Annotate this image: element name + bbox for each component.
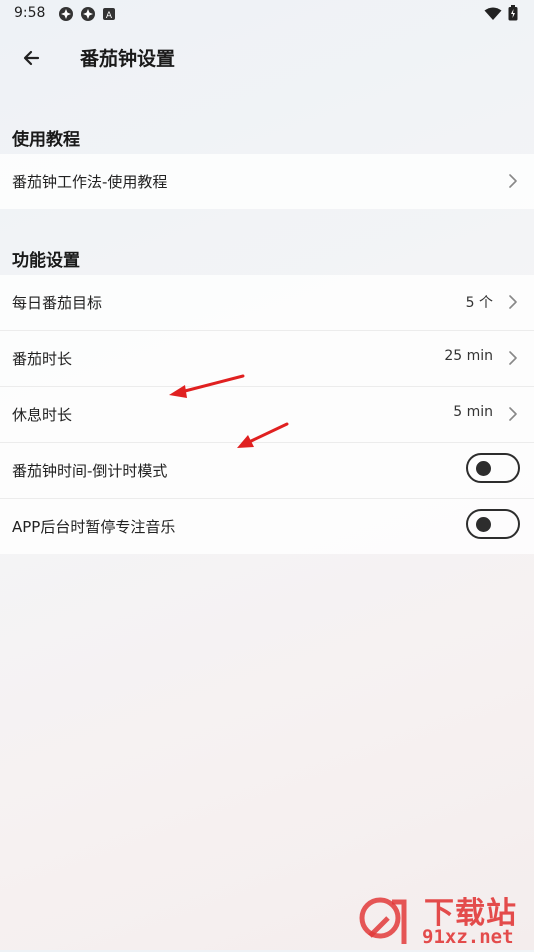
app-bar: 番茄钟设置 bbox=[0, 30, 534, 86]
toggle-knob bbox=[476, 517, 491, 532]
row-label: 每日番茄目标 bbox=[12, 294, 103, 312]
toggle-knob bbox=[476, 461, 491, 476]
arrow-left-icon bbox=[23, 50, 40, 66]
countdown-mode-row: 番茄钟时间-倒计时模式 bbox=[0, 442, 534, 498]
page-title: 番茄钟设置 bbox=[80, 48, 176, 70]
section-title-function: 功能设置 bbox=[12, 251, 80, 271]
chevron-right-icon bbox=[509, 295, 517, 309]
row-label: 番茄钟时间-倒计时模式 bbox=[12, 462, 168, 480]
row-value: 5 个 bbox=[465, 295, 493, 311]
function-card: 每日番茄目标 5 个 番茄时长 25 min 休息时长 5 min 番茄钟时间-… bbox=[0, 275, 534, 554]
status-time: 9:58 bbox=[14, 5, 46, 21]
notification-icons: A bbox=[58, 6, 118, 22]
chevron-right-icon bbox=[509, 407, 517, 421]
row-value: 5 min bbox=[453, 404, 493, 420]
system-icons bbox=[484, 5, 518, 25]
pause-music-toggle[interactable] bbox=[466, 509, 520, 539]
battery-icon bbox=[508, 5, 518, 25]
text-a-icon: A bbox=[102, 6, 118, 22]
wifi-icon bbox=[484, 6, 502, 25]
countdown-mode-toggle[interactable] bbox=[466, 453, 520, 483]
row-label: 休息时长 bbox=[12, 406, 73, 424]
row-label: 番茄钟工作法-使用教程 bbox=[12, 173, 168, 191]
break-duration-row[interactable]: 休息时长 5 min bbox=[0, 386, 534, 442]
row-label: 番茄时长 bbox=[12, 350, 73, 368]
app-icon bbox=[58, 6, 74, 22]
chevron-right-icon bbox=[509, 174, 517, 188]
pomodoro-duration-row[interactable]: 番茄时长 25 min bbox=[0, 330, 534, 386]
status-bar: 9:58 A bbox=[0, 0, 534, 28]
tutorial-card: 番茄钟工作法-使用教程 bbox=[0, 154, 534, 209]
svg-text:A: A bbox=[106, 11, 113, 21]
row-value: 25 min bbox=[444, 348, 493, 364]
row-label: APP后台时暂停专注音乐 bbox=[12, 518, 176, 536]
back-button[interactable] bbox=[18, 44, 46, 72]
watermark-text-bottom: 91xz.net bbox=[422, 926, 514, 948]
watermark: 下载站 91xz.net bbox=[358, 892, 528, 948]
chevron-right-icon bbox=[509, 351, 517, 365]
section-title-tutorial: 使用教程 bbox=[12, 130, 80, 150]
pause-music-row: APP后台时暂停专注音乐 bbox=[0, 498, 534, 554]
app-icon bbox=[80, 6, 96, 22]
tutorial-row[interactable]: 番茄钟工作法-使用教程 bbox=[0, 154, 534, 209]
daily-goal-row[interactable]: 每日番茄目标 5 个 bbox=[0, 275, 534, 330]
